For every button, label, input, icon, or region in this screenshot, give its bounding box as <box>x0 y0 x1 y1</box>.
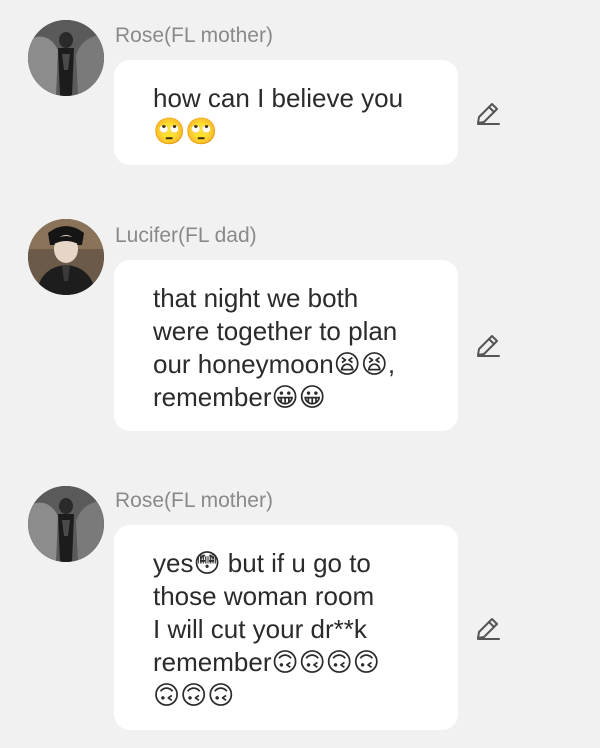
message-item: Rose(FL mother) yes😳 but if u go to thos… <box>0 0 600 748</box>
sender-name: Rose(FL mother) <box>115 489 273 512</box>
message-text: yes😳 but if u go to those woman room I w… <box>153 548 380 710</box>
message-bubble[interactable]: yes😳 but if u go to those woman room I w… <box>114 525 458 730</box>
avatar[interactable] <box>28 486 104 562</box>
pencil-icon[interactable] <box>474 614 502 642</box>
woman-portrait-icon <box>28 486 104 562</box>
